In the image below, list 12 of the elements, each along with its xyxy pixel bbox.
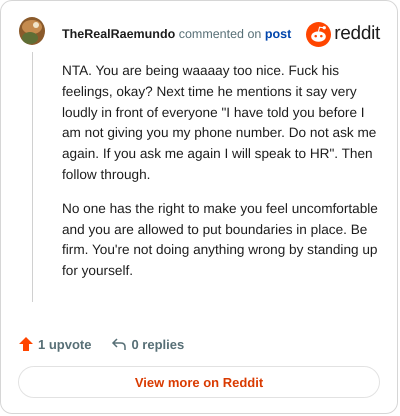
post-link[interactable]: post [264,27,292,41]
comment-byline: TheRealRaemundo commented on post [62,27,292,41]
user-avatar [18,16,46,48]
reddit-logo-icon [306,22,332,46]
upvote-arrow-icon [18,336,34,352]
reply-count[interactable]: 0 replies [111,336,184,352]
upvote-count[interactable]: 1 upvote [18,336,92,352]
comment-paragraph: NTA. You are being waaaay too nice. Fuck his feelings, okay? Next time he mentions it say very loudly in front of everyone "I have told you before I am not giving you my phone number. Do not ask me again. If you ask me again I will speak to HR". Then follow through. [62,62,378,184]
comment-paragraph: No one has the right to make you feel uncomfortable and you are allowed to put boundaries in place. Be firm. You're not doing anything wrong by standing up for yourself. [62,200,378,280]
reddit-wordmark: reddit [334,23,380,45]
view-more-button[interactable]: View more on Reddit [18,366,380,398]
reply-arrow-icon [111,336,128,352]
